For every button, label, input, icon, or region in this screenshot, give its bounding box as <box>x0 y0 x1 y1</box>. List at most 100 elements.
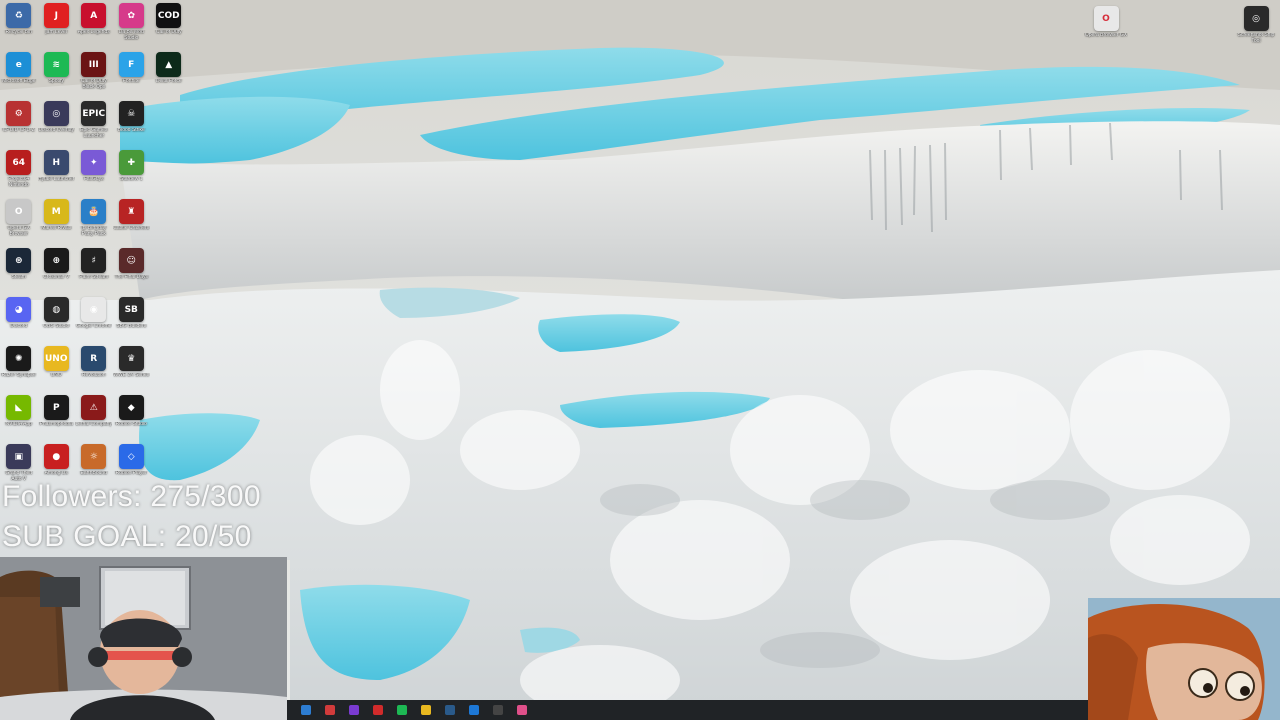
n64-shortcut[interactable]: 64 Project64 Nintendo <box>0 147 38 196</box>
obs-shortcut[interactable]: ◎ Discord Overlay <box>38 98 76 147</box>
fl-studio-shortcut[interactable]: ✦ FallGuys <box>75 147 113 196</box>
subnautica-icon: SB <box>118 297 144 322</box>
jam-shortcut[interactable]: Jjam Level <box>38 0 76 49</box>
obs-icon: ◎ <box>43 101 69 126</box>
discord-shortcut[interactable]: ◕ Discord <box>0 294 38 343</box>
roblox-shortcut[interactable]: ◆ Roblox Studio <box>113 392 151 441</box>
red-dead-shortcut[interactable]: ☺ The Final Days <box>113 245 151 294</box>
taskbar-opera-icon[interactable] <box>321 701 339 719</box>
desktop-icon-label: Lethal Company <box>75 422 112 427</box>
rstudio-shortcut[interactable]: R Revolution <box>75 343 113 392</box>
fortnite-shortcut[interactable]: F Fortnite <box>113 49 151 98</box>
desktop-icon-label: Hytale Launcher <box>38 177 75 182</box>
blank-6-icon <box>156 346 181 371</box>
among-us-icon: ● <box>43 444 69 469</box>
opera-gx-right-shortcut[interactable]: O Opera Browser GX <box>1084 3 1128 39</box>
taskbar-steam-icon[interactable] <box>441 701 459 719</box>
desktop-icon-label: Discord Overlay <box>38 128 75 133</box>
taskbar-spotify-icon[interactable] <box>393 701 411 719</box>
roblox-player-icon: ◇ <box>118 444 144 469</box>
desktop-icon-label: Apex Legends <box>77 30 110 35</box>
rstudio-icon: R <box>81 346 107 371</box>
earthbound-icon: ☼ <box>81 444 107 469</box>
microsoft-edge-shortcut[interactable]: e Microsoft Edge <box>0 49 38 98</box>
uno-shortcut[interactable]: UNO UNO <box>38 343 76 392</box>
desktop-icon-label: Spotify <box>48 79 64 84</box>
desktop-icon-label: The Final Days <box>114 275 149 280</box>
opera-gx-shortcut[interactable]: O Opera GX Browser <box>0 196 38 245</box>
hytale-shortcut[interactable]: H Hytale Launcher <box>38 147 76 196</box>
desktop-icon-label: NVIDIA App <box>5 422 32 427</box>
nvidia-shortcut[interactable]: ◣ NVIDIA App <box>0 392 38 441</box>
taskbar-epic-icon[interactable] <box>489 701 507 719</box>
blood-strike-shortcut[interactable]: ☠ Blood Strike <box>113 98 151 147</box>
desktop-icon-label: UNO <box>50 373 62 378</box>
obs-studio-shortcut[interactable]: ◍ OBS Studio <box>38 294 76 343</box>
roblox-studio-shortcut[interactable]: ♜ Castle Crashers <box>113 196 151 245</box>
blank-4-icon <box>156 248 181 273</box>
cheat-engine-icon: ✿ <box>118 3 144 28</box>
blank-3-icon <box>156 199 181 224</box>
blank-7-icon <box>156 395 181 420</box>
marvel-rivals-shortcut[interactable]: M Marvel Rivals <box>38 196 76 245</box>
recycle-bin-shortcut[interactable]: ♻ Recycle Bin <box>0 0 38 49</box>
google-chrome-icon: ◉ <box>81 297 107 322</box>
desktop-icon-label: Among Us <box>44 471 68 476</box>
desktop-icon-label: jam Level <box>45 30 67 35</box>
taskbar-discord-icon[interactable] <box>513 701 531 719</box>
desktop-icon-grid: ♻ Recycle Bin Jjam Level A Apex Legends ✿ Da B… <box>0 0 188 490</box>
blood-strike-icon: ☠ <box>118 101 144 126</box>
taskbar-start-icon[interactable] <box>297 701 315 719</box>
desktop-icon-label: Project64 Nintendo <box>8 177 30 188</box>
apex-legends-shortcut[interactable]: A Apex Legends <box>75 0 113 49</box>
sub-goal-text: SUB GOAL: 20/50 <box>2 520 252 553</box>
steam-icon: ⊛ <box>6 248 32 273</box>
cheat-engine-shortcut[interactable]: ✿ Da Ba Mod Studio <box>113 0 151 49</box>
desktop-icon-label: SBG Builders <box>116 324 147 329</box>
epic-games-shortcut[interactable]: EPIC Epic Games Launcher <box>75 98 113 147</box>
spotify-shortcut[interactable]: ≋ Spotify <box>38 49 76 98</box>
call-of-duty-bo-icon: III <box>81 52 107 77</box>
phasmophobia-shortcut[interactable]: P Phasmophobia <box>38 392 76 441</box>
opera-gx-icon: O <box>6 199 32 224</box>
blank-1-shortcut <box>150 98 188 147</box>
hytale-icon: H <box>43 150 69 175</box>
desktop-icon-label: Microsoft Edge <box>2 79 36 84</box>
desktop-icon-label: Opera GX Browser <box>7 226 30 237</box>
desktop-icon-label: Paint Stream <box>79 275 109 280</box>
opera-gx-right-icon: O <box>1093 6 1119 31</box>
desktop-icon-label: Epic Games Launcher <box>80 128 108 139</box>
taskbar-chrome-icon[interactable] <box>417 701 435 719</box>
jam-icon: J <box>43 3 69 28</box>
recycle-bin-icon: ♻ <box>6 3 32 28</box>
taskbar-gx-icon[interactable] <box>345 701 363 719</box>
call-of-duty-shortcut[interactable]: COD Call of Duty <box>150 0 188 49</box>
delta-force-shortcut[interactable]: ▲ Delta Force <box>150 49 188 98</box>
google-chrome-shortcut[interactable]: ◉ Google Chrome <box>75 294 113 343</box>
call-of-duty-bo-shortcut[interactable]: III Call of Duty Black Ops <box>75 49 113 98</box>
roblox-icon: ◆ <box>118 395 144 420</box>
desktop-icon-label: Marvel Rivals <box>41 226 72 231</box>
fl-studio-2-shortcut[interactable]: ♯ Paint Stream <box>75 245 113 294</box>
desktop-icon-label: Da Ba Mod Studio <box>118 30 144 41</box>
steam-shortcut[interactable]: ⊛ Steam <box>0 245 38 294</box>
taskbar-mail-icon[interactable] <box>465 701 483 719</box>
desktop-icon-label: Roblox Player <box>115 471 147 476</box>
screenshot-shortcut[interactable]: ◎ Screenshot Snip Tool <box>1234 3 1278 44</box>
desktop-icon-label: Fortnite <box>122 79 140 84</box>
taskbar-obs-icon[interactable] <box>369 701 387 719</box>
cpuid-shortcut[interactable]: ⚙ CPUID CPU-Z <box>0 98 38 147</box>
taskbar <box>287 700 1088 720</box>
birthday-shortcut[interactable]: 🎂 Its Birthday Party Pack <box>75 196 113 245</box>
n64-icon: 64 <box>6 150 32 175</box>
subnautica-shortcut[interactable]: SB SBG Builders <box>113 294 151 343</box>
razer-shortcut[interactable]: ✺ Razer Synapse <box>0 343 38 392</box>
minecraft-icon: ✚ <box>118 150 144 175</box>
desktop-icon-label: Razer Synapse <box>1 373 36 378</box>
wwe-shortcut[interactable]: ♛ WWE 2K Series <box>113 343 151 392</box>
minecraft-shortcut[interactable]: ✚ Stardew 1 <box>113 147 151 196</box>
lethal-company-shortcut[interactable]: ⚠ Lethal Company <box>75 392 113 441</box>
blank-2-shortcut <box>150 147 188 196</box>
crosshair-shortcut[interactable]: ⊕ Crosshair V <box>38 245 76 294</box>
delta-force-icon: ▲ <box>156 52 182 77</box>
